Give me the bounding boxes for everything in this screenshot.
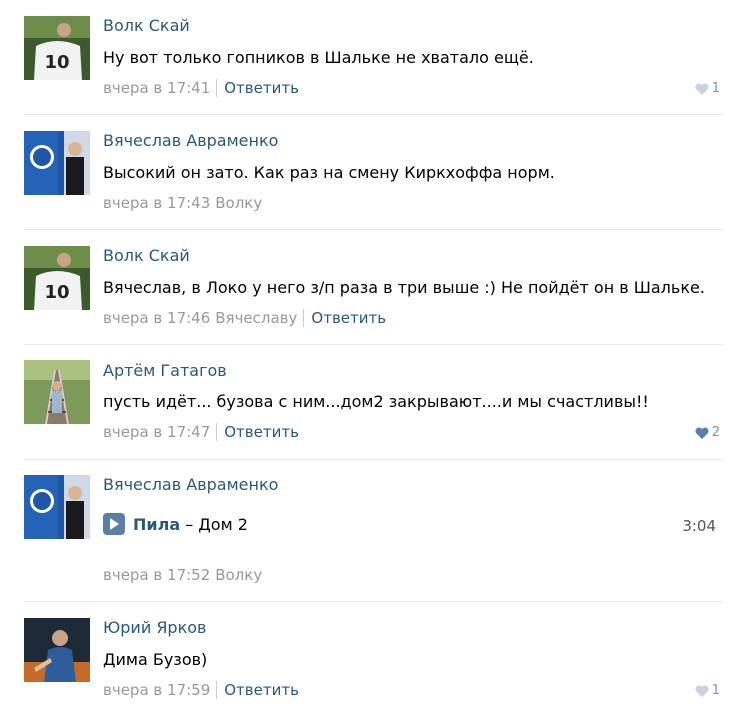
audio-artist: Пила — [133, 514, 181, 534]
timestamp[interactable]: вчера в 17:59 — [103, 681, 210, 699]
avatar[interactable] — [24, 618, 90, 682]
play-icon — [110, 518, 119, 530]
avatar[interactable] — [24, 360, 90, 424]
comment-meta: вчера в 17:41 Ответить — [103, 79, 299, 97]
comment-item: Вячеслав Авраменко Пила – Дом 2 3:04 вче… — [0, 460, 730, 601]
comment-item: 10 Волк Скай Вячеслав, в Локо у него з/п… — [0, 230, 730, 344]
like-count: 1 — [711, 683, 720, 698]
audio-dash: – — [180, 514, 199, 534]
avatar[interactable] — [24, 475, 90, 539]
comment-item: Вячеслав Авраменко Высокий он зато. Как … — [0, 115, 730, 229]
comment-text: Высокий он зато. Как раз на смену Киркхо… — [103, 163, 555, 182]
comment-text: Вячеслав, в Локо у него з/п раза в три в… — [103, 278, 705, 297]
football-jersey-10-avatar: 10 — [24, 246, 90, 310]
comment-meta: вчера в 17:52 Волку — [103, 566, 262, 584]
audio-duration: 3:04 — [682, 517, 716, 535]
like-button[interactable]: 2 — [695, 425, 720, 440]
reply-link[interactable]: Ответить — [311, 309, 386, 327]
meta-separator — [303, 309, 305, 327]
reply-link[interactable]: Ответить — [224, 79, 299, 97]
avatar[interactable]: 10 — [24, 246, 90, 310]
timestamp[interactable]: вчера в 17:46 — [103, 309, 210, 327]
comment-meta: вчера в 17:59 Ответить — [103, 681, 299, 699]
comment-meta: вчера в 17:46 Вячеславу Ответить — [103, 309, 386, 327]
comment-meta: вчера в 17:43 Волку — [103, 194, 262, 212]
meta-separator — [216, 79, 218, 97]
comment-item: 10 Волк Скай Ну вот только гопников в Ша… — [0, 0, 730, 114]
comment-text: Ну вот только гопников в Шальке не хвата… — [103, 48, 534, 67]
meta-separator — [216, 423, 218, 441]
comment-item: Артём Гатагов пусть идёт... бузова с ним… — [0, 345, 730, 459]
schalke-flag-avatar — [24, 131, 90, 195]
timestamp[interactable]: вчера в 17:52 — [103, 566, 210, 584]
author-link[interactable]: Вячеслав Авраменко — [103, 475, 278, 494]
avatar[interactable] — [24, 131, 90, 195]
reply-link[interactable]: Ответить — [224, 423, 299, 441]
heart-icon — [695, 685, 709, 697]
author-link[interactable]: Юрий Ярков — [103, 618, 206, 637]
avatar[interactable]: 10 — [24, 16, 90, 80]
heart-icon — [695, 427, 709, 439]
comments-feed: 10 Волк Скай Ну вот только гопников в Ша… — [0, 0, 730, 712]
reply-to-user[interactable]: Волку — [215, 566, 262, 584]
like-count: 2 — [711, 425, 720, 440]
audio-attachment: Пила – Дом 2 — [103, 513, 248, 535]
timestamp[interactable]: вчера в 17:41 — [103, 79, 210, 97]
reply-link[interactable]: Ответить — [224, 681, 299, 699]
timestamp[interactable]: вчера в 17:43 — [103, 194, 210, 212]
meta-separator — [216, 681, 218, 699]
comment-text: Дима Бузов) — [103, 650, 208, 669]
reply-to-user[interactable]: Вячеславу — [215, 309, 297, 327]
dark-portrait-avatar — [24, 618, 90, 682]
author-link[interactable]: Артём Гатагов — [103, 361, 227, 380]
like-button[interactable]: 1 — [695, 683, 720, 698]
comment-text: пусть идёт... бузова с ним...дом2 закрыв… — [103, 392, 649, 411]
heart-icon — [695, 83, 709, 95]
author-link[interactable]: Волк Скай — [103, 246, 190, 265]
audio-title: Дом 2 — [198, 514, 248, 534]
comment-item: Юрий Ярков Дима Бузов) вчера в 17:59 Отв… — [0, 602, 730, 712]
schalke-flag-avatar — [24, 475, 90, 539]
author-link[interactable]: Волк Скай — [103, 16, 190, 35]
railroad-tracks-avatar — [24, 360, 90, 424]
svg-text:10: 10 — [44, 282, 69, 303]
football-jersey-10-avatar: 10 — [24, 16, 90, 80]
audio-play-button[interactable] — [103, 513, 125, 535]
comment-meta: вчера в 17:47 Ответить — [103, 423, 299, 441]
like-count: 1 — [711, 81, 720, 96]
reply-to-user[interactable]: Волку — [215, 194, 262, 212]
timestamp[interactable]: вчера в 17:47 — [103, 423, 210, 441]
like-button[interactable]: 1 — [695, 81, 720, 96]
svg-text:10: 10 — [44, 52, 69, 73]
author-link[interactable]: Вячеслав Авраменко — [103, 131, 278, 150]
audio-track[interactable]: Пила – Дом 2 — [133, 515, 248, 534]
